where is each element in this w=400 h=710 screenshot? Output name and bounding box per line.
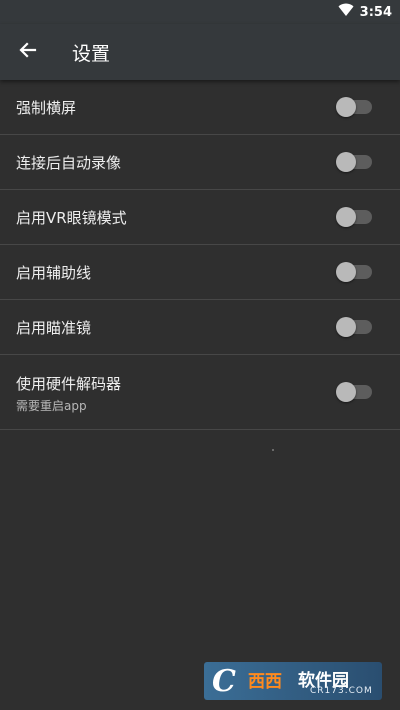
status-indicators: 3:54 bbox=[338, 3, 392, 21]
setting-guide-lines[interactable]: 启用辅助线 bbox=[0, 245, 400, 300]
setting-label: 启用瞄准镜 bbox=[16, 319, 92, 337]
setting-label: 启用VR眼镜模式 bbox=[16, 209, 127, 227]
page-title: 设置 bbox=[72, 43, 111, 65]
setting-label: 启用辅助线 bbox=[16, 264, 92, 282]
force-landscape-toggle[interactable] bbox=[336, 97, 372, 117]
watermark-logo-letter: C bbox=[212, 664, 236, 699]
stray-dot bbox=[272, 449, 274, 451]
setting-label: 使用硬件解码器 bbox=[16, 375, 122, 393]
back-button[interactable] bbox=[14, 38, 42, 66]
app-bar: 设置 bbox=[0, 24, 400, 80]
setting-label: 强制横屏 bbox=[16, 99, 77, 117]
setting-subtitle: 需要重启app bbox=[16, 399, 87, 413]
setting-hardware-decoder[interactable]: 使用硬件解码器 需要重启app bbox=[0, 355, 400, 430]
watermark-brand: 西西 bbox=[248, 672, 282, 692]
settings-list: 强制横屏 连接后自动录像 启用VR眼镜模式 启用辅助线 启用瞄准镜 使用硬件解码… bbox=[0, 80, 400, 430]
watermark-url: CR173.COM bbox=[310, 686, 373, 696]
vr-mode-toggle[interactable] bbox=[336, 207, 372, 227]
setting-crosshair[interactable]: 启用瞄准镜 bbox=[0, 300, 400, 355]
setting-auto-record[interactable]: 连接后自动录像 bbox=[0, 135, 400, 190]
clock: 3:54 bbox=[359, 4, 392, 20]
toggle-thumb bbox=[336, 382, 356, 402]
toggle-thumb bbox=[336, 152, 356, 172]
toggle-thumb bbox=[336, 207, 356, 227]
toggle-thumb bbox=[336, 317, 356, 337]
crosshair-toggle[interactable] bbox=[336, 317, 372, 337]
setting-vr-mode[interactable]: 启用VR眼镜模式 bbox=[0, 190, 400, 245]
arrow-left-icon bbox=[18, 40, 38, 64]
hardware-decoder-toggle[interactable] bbox=[336, 382, 372, 402]
status-bar: 3:54 bbox=[0, 0, 400, 24]
wifi-icon bbox=[338, 3, 354, 21]
watermark-logo: C 西西 软件园 CR173.COM bbox=[204, 662, 382, 700]
guide-lines-toggle[interactable] bbox=[336, 262, 372, 282]
toggle-thumb bbox=[336, 262, 356, 282]
setting-label: 连接后自动录像 bbox=[16, 154, 122, 172]
auto-record-toggle[interactable] bbox=[336, 152, 372, 172]
toggle-thumb bbox=[336, 97, 356, 117]
setting-force-landscape[interactable]: 强制横屏 bbox=[0, 80, 400, 135]
